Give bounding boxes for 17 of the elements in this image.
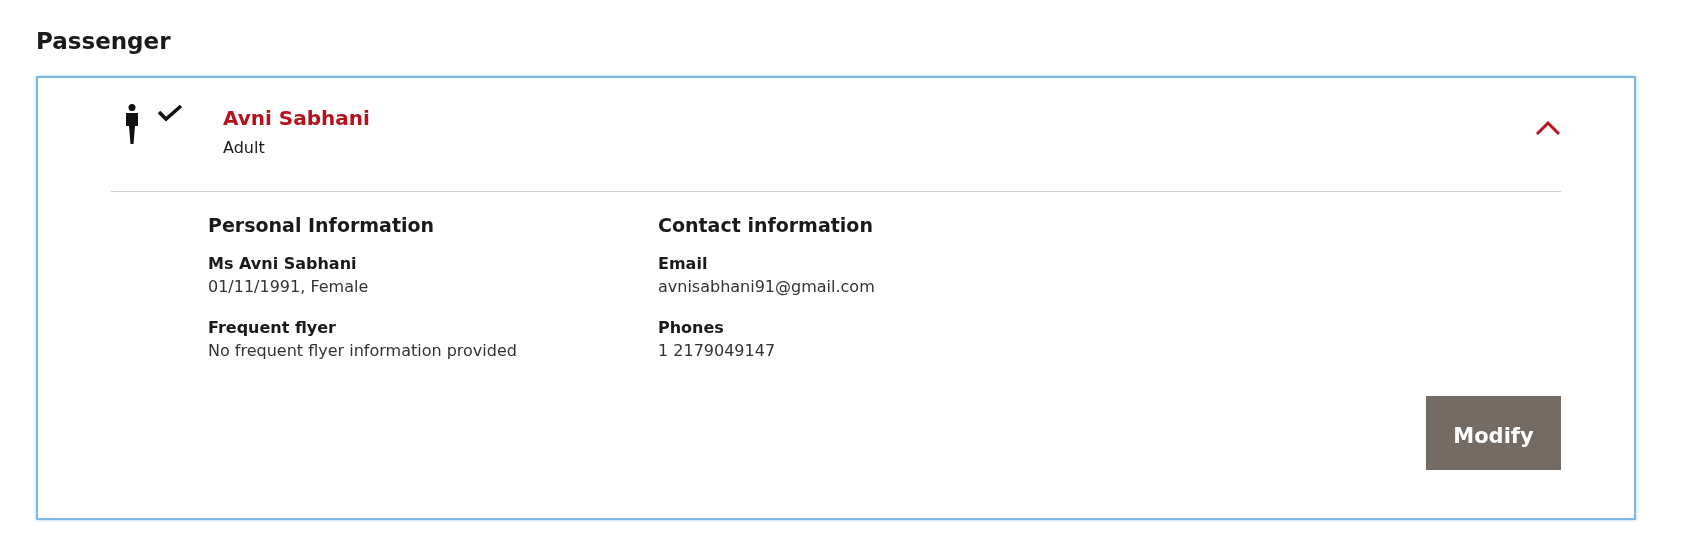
passenger-type: Adult [223,138,265,157]
field-value: No frequent flyer information provided [208,341,517,360]
field-value: 1 2179049147 [658,341,776,360]
field-value: 01/11/1991, Female [208,277,369,296]
collapse-button[interactable] [1535,120,1561,136]
field-label: Email [658,254,708,273]
section-title: Contact information [658,214,873,236]
person-icon [125,104,139,144]
field-label: Ms Avni Sabhani [208,254,357,273]
modify-button[interactable]: Modify [1426,396,1561,470]
field-value: avnisabhani91@gmail.com [658,277,875,296]
section-title: Personal Information [208,214,435,236]
field-label: Phones [658,318,724,337]
chevron-icon [1535,120,1561,136]
field-label: Frequent flyer [208,318,336,337]
passenger-name: Avni Sabhani [223,106,370,130]
section-heading: Passenger [36,28,171,54]
